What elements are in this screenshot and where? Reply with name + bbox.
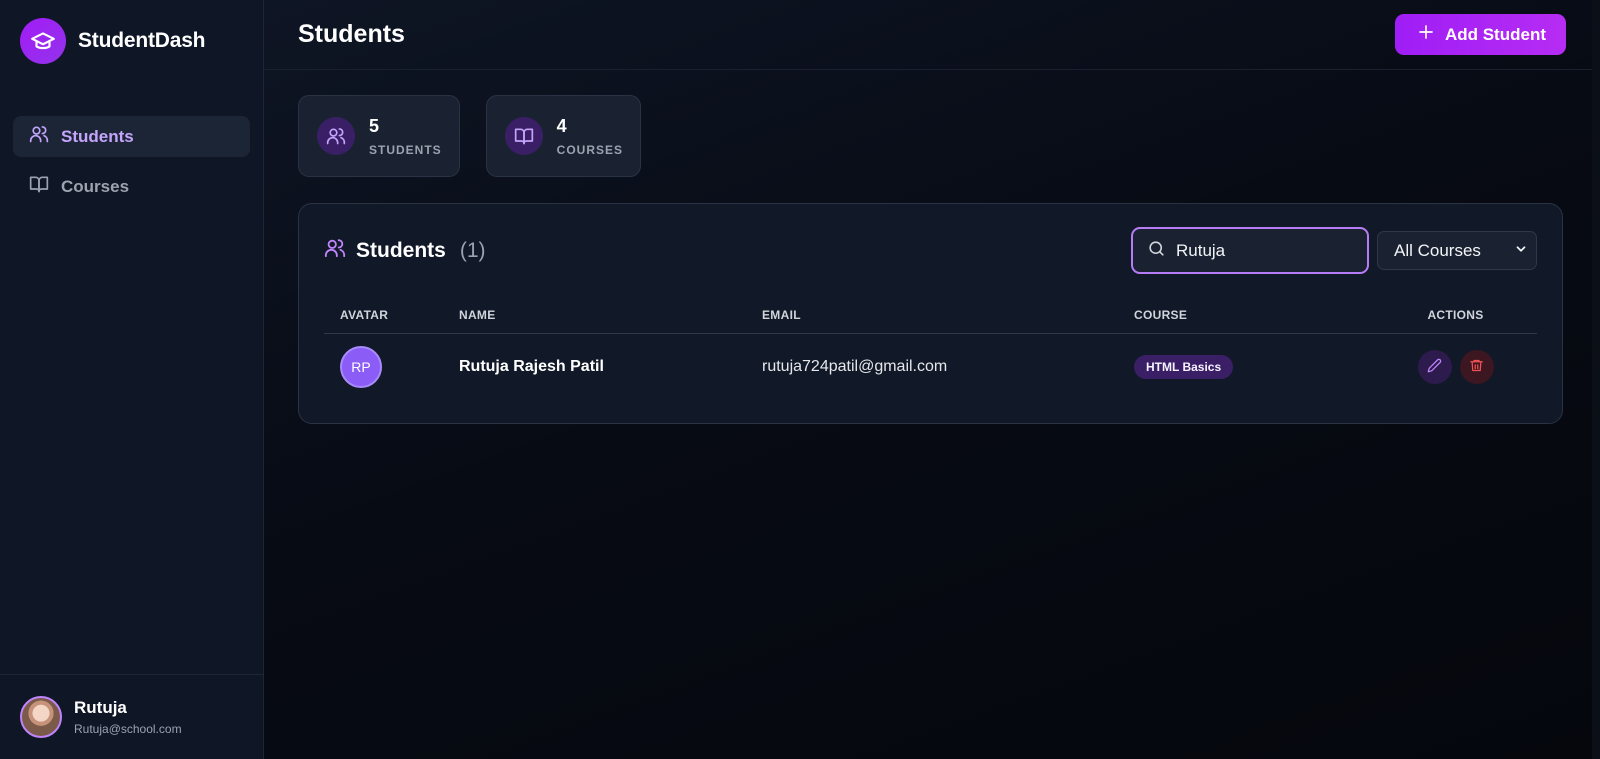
course-cell: HTML Basics bbox=[1134, 333, 1374, 401]
search-box[interactable] bbox=[1131, 227, 1369, 274]
course-filter-select[interactable]: All Courses bbox=[1377, 231, 1537, 270]
actions-cell bbox=[1374, 333, 1537, 401]
topbar: Students Add Student bbox=[264, 0, 1600, 70]
avatar bbox=[20, 696, 62, 738]
user-profile[interactable]: Rutuja Rutuja@school.com bbox=[0, 674, 263, 759]
stats-row: 5 STUDENTS 4 COURSES bbox=[264, 70, 1600, 177]
book-icon bbox=[504, 117, 543, 155]
column-header-avatar: AVATAR bbox=[324, 298, 459, 334]
column-header-course: COURSE bbox=[1134, 298, 1374, 334]
users-icon bbox=[324, 237, 346, 265]
avatar-cell: RP bbox=[324, 333, 459, 401]
panel-title-text: Students bbox=[356, 238, 446, 262]
students-panel: Students (1) All Courses bbox=[298, 203, 1563, 424]
column-header-email: EMAIL bbox=[762, 298, 1134, 334]
book-icon bbox=[29, 174, 49, 199]
panel-title: Students (1) bbox=[324, 237, 486, 265]
pencil-icon bbox=[1427, 358, 1442, 376]
app-root: StudentDash Students Courses Rutuja Rutu… bbox=[0, 0, 1600, 759]
sidebar-nav: Students Courses bbox=[0, 82, 263, 207]
user-name: Rutuja bbox=[74, 698, 127, 717]
users-icon bbox=[317, 117, 355, 155]
main-content: Students Add Student 5 STUDENTS 4 COURSE… bbox=[264, 0, 1600, 759]
avatar: RP bbox=[340, 346, 382, 389]
column-header-name: NAME bbox=[459, 298, 762, 334]
edit-button[interactable] bbox=[1417, 350, 1452, 385]
course-filter-value: All Courses bbox=[1394, 240, 1481, 260]
users-icon bbox=[29, 124, 49, 149]
stat-label: STUDENTS bbox=[369, 142, 442, 157]
table-header-row: AVATAR NAME EMAIL COURSE ACTIONS bbox=[324, 298, 1537, 334]
stat-value: 5 bbox=[369, 115, 380, 136]
plus-icon bbox=[1417, 23, 1435, 46]
stat-card-courses: 4 COURSES bbox=[485, 95, 642, 177]
sidebar-item-label: Students bbox=[61, 126, 134, 146]
graduation-cap-icon bbox=[20, 18, 66, 64]
page-title: Students bbox=[298, 20, 405, 48]
delete-button[interactable] bbox=[1459, 350, 1494, 385]
chevron-down-icon bbox=[1514, 241, 1528, 261]
search-icon bbox=[1147, 239, 1166, 263]
trash-icon bbox=[1469, 358, 1484, 376]
brand[interactable]: StudentDash bbox=[0, 0, 263, 82]
student-email: rutuja724patil@gmail.com bbox=[762, 358, 948, 376]
stat-card-students: 5 STUDENTS bbox=[298, 95, 460, 177]
add-student-label: Add Student bbox=[1444, 24, 1546, 44]
stat-value: 4 bbox=[556, 115, 567, 136]
sidebar-item-label: Courses bbox=[61, 176, 130, 196]
column-header-actions: ACTIONS bbox=[1374, 298, 1537, 334]
add-student-button[interactable]: Add Student bbox=[1394, 14, 1566, 55]
scrollbar[interactable] bbox=[1592, 0, 1600, 759]
sidebar: StudentDash Students Courses Rutuja Rutu… bbox=[0, 0, 264, 759]
sidebar-item-students[interactable]: Students bbox=[13, 116, 250, 157]
filters: All Courses bbox=[1131, 227, 1537, 274]
students-table: AVATAR NAME EMAIL COURSE ACTIONS RP Rutu… bbox=[324, 298, 1537, 401]
result-count: (1) bbox=[459, 238, 486, 262]
search-input[interactable] bbox=[1176, 240, 1346, 261]
brand-name: StudentDash bbox=[78, 29, 206, 52]
panel-header: Students (1) All Courses bbox=[299, 204, 1562, 274]
table-row[interactable]: RP Rutuja Rajesh Patil rutuja724patil@gm… bbox=[324, 333, 1537, 401]
student-name: Rutuja Rajesh Patil bbox=[459, 358, 604, 376]
user-email: Rutuja@school.com bbox=[74, 722, 182, 736]
sidebar-item-courses[interactable]: Courses bbox=[13, 166, 250, 207]
stat-label: COURSES bbox=[556, 142, 624, 157]
course-badge: HTML Basics bbox=[1134, 355, 1234, 380]
